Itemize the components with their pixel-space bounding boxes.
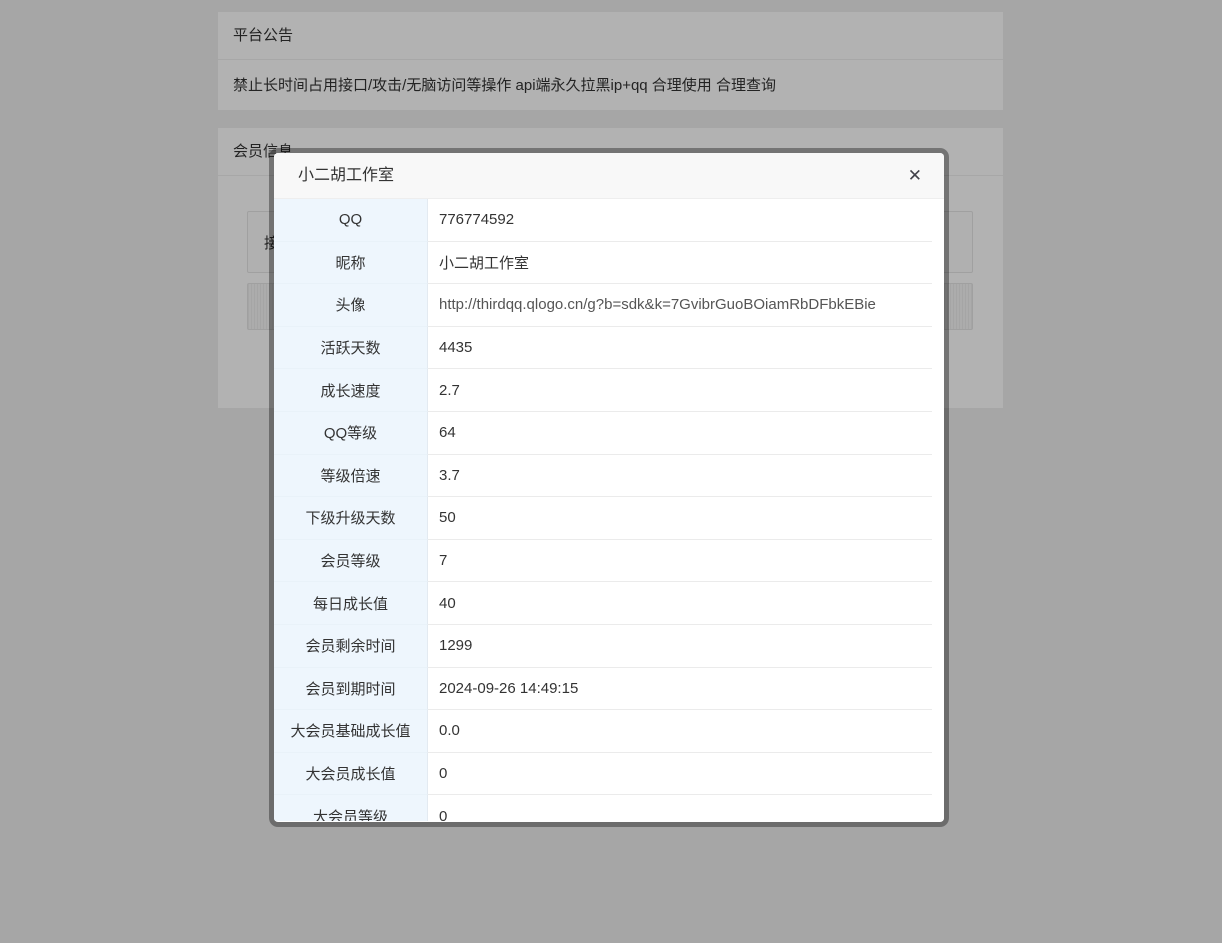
- row-value: 64: [428, 412, 932, 455]
- row-label: 会员剩余时间: [274, 625, 428, 668]
- row-value: http://thirdqq.qlogo.cn/g?b=sdk&k=7Gvibr…: [428, 284, 932, 327]
- row-label: 头像: [274, 284, 428, 327]
- row-value: 4435: [428, 327, 932, 370]
- row-label: 活跃天数: [274, 327, 428, 370]
- row-value: 3.7: [428, 455, 932, 498]
- row-value: 0.0: [428, 710, 932, 753]
- table-row: 头像 http://thirdqq.qlogo.cn/g?b=sdk&k=7Gv…: [274, 284, 932, 327]
- table-row: 下级升级天数 50: [274, 497, 932, 540]
- row-label: 成长速度: [274, 369, 428, 412]
- table-row: 大会员成长值 0: [274, 753, 932, 796]
- row-value: 2.7: [428, 369, 932, 412]
- table-row: 会员到期时间 2024-09-26 14:49:15: [274, 668, 932, 711]
- row-value: 1299: [428, 625, 932, 668]
- row-value: 0: [428, 795, 932, 821]
- table-row: QQ 776774592: [274, 199, 932, 242]
- row-value: 776774592: [428, 199, 932, 242]
- table-row: 成长速度 2.7: [274, 369, 932, 412]
- row-label: 大会员基础成长值: [274, 710, 428, 753]
- row-value: 40: [428, 582, 932, 625]
- member-info-modal: 小二胡工作室 ✕ QQ 776774592 昵称 小二胡工作室 头像 http:…: [274, 153, 944, 822]
- row-label: 大会员成长值: [274, 753, 428, 796]
- modal-title: 小二胡工作室: [274, 153, 944, 199]
- row-value: 小二胡工作室: [428, 242, 932, 285]
- table-row: 大会员基础成长值 0.0: [274, 710, 932, 753]
- row-label: 等级倍速: [274, 455, 428, 498]
- row-value: 50: [428, 497, 932, 540]
- table-row: 会员剩余时间 1299: [274, 625, 932, 668]
- close-icon[interactable]: ✕: [900, 153, 930, 199]
- row-value: 7: [428, 540, 932, 583]
- table-row: 每日成长值 40: [274, 582, 932, 625]
- modal-titlebar: 小二胡工作室 ✕: [274, 153, 944, 199]
- row-value: 2024-09-26 14:49:15: [428, 668, 932, 711]
- table-row: 会员等级 7: [274, 540, 932, 583]
- table-row: 大会员等级 0: [274, 795, 932, 821]
- row-label: 会员到期时间: [274, 668, 428, 711]
- member-info-table: QQ 776774592 昵称 小二胡工作室 头像 http://thirdqq…: [274, 199, 932, 821]
- table-row: 等级倍速 3.7: [274, 455, 932, 498]
- row-label: 会员等级: [274, 540, 428, 583]
- row-label: 下级升级天数: [274, 497, 428, 540]
- row-value: 0: [428, 753, 932, 796]
- row-label: 每日成长值: [274, 582, 428, 625]
- modal-content: QQ 776774592 昵称 小二胡工作室 头像 http://thirdqq…: [274, 199, 944, 821]
- table-row: QQ等级 64: [274, 412, 932, 455]
- row-label: 大会员等级: [274, 795, 428, 821]
- row-label: QQ: [274, 199, 428, 242]
- row-label: 昵称: [274, 242, 428, 285]
- table-row: 昵称 小二胡工作室: [274, 242, 932, 285]
- row-label: QQ等级: [274, 412, 428, 455]
- table-row: 活跃天数 4435: [274, 327, 932, 370]
